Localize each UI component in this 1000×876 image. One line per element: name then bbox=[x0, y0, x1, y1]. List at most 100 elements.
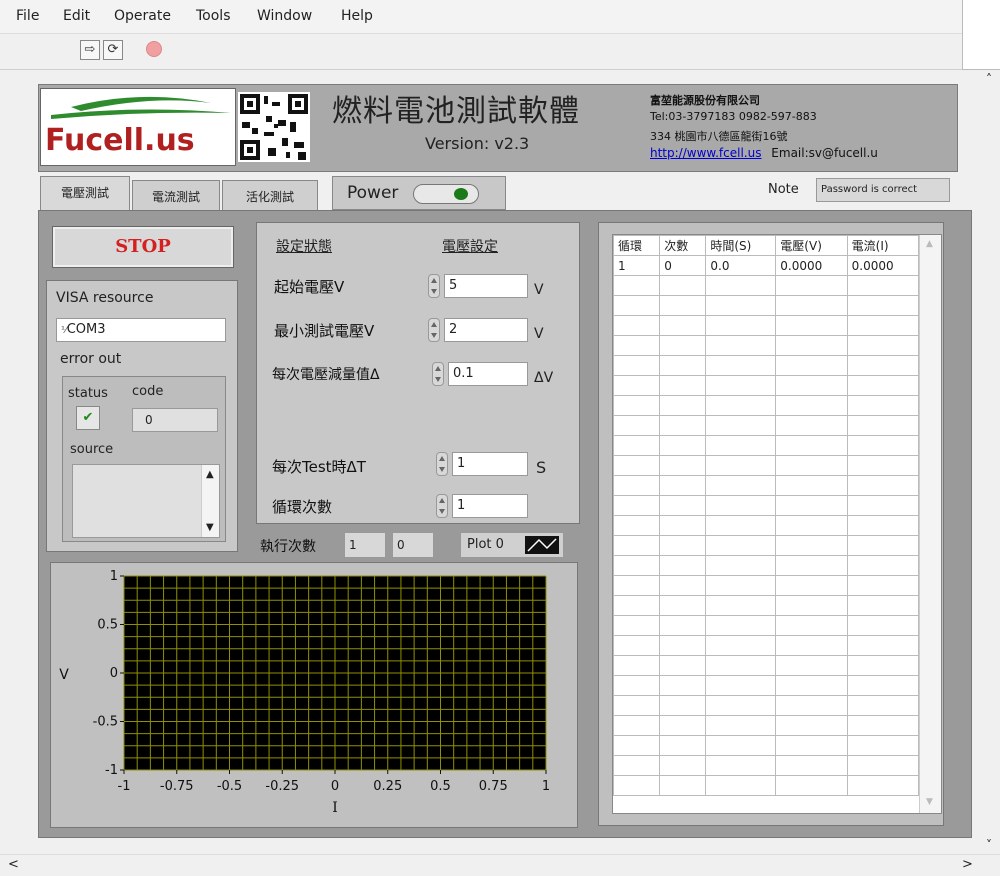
table-cell[interactable] bbox=[846, 675, 920, 696]
table-cell[interactable] bbox=[659, 655, 707, 676]
menu-tools[interactable]: Tools bbox=[196, 8, 231, 24]
table-cell[interactable] bbox=[775, 275, 848, 296]
table-row[interactable] bbox=[613, 535, 920, 556]
table-cell[interactable] bbox=[775, 535, 848, 556]
table-cell[interactable] bbox=[775, 395, 848, 416]
table-cell[interactable] bbox=[705, 755, 777, 776]
table-cell[interactable] bbox=[613, 435, 661, 456]
table-cell[interactable] bbox=[705, 435, 777, 456]
source-textarea[interactable]: ▲ ▼ bbox=[72, 464, 220, 538]
tab-activation-test[interactable]: 活化測試 bbox=[222, 180, 318, 212]
stop-button[interactable]: STOP bbox=[52, 226, 234, 268]
power-toggle-icon[interactable] bbox=[413, 184, 479, 204]
table-cell[interactable] bbox=[659, 715, 707, 736]
table-row[interactable] bbox=[613, 695, 920, 716]
window-scroll-right-icon[interactable]: > bbox=[962, 857, 973, 872]
table-row[interactable] bbox=[613, 335, 920, 356]
table-cell[interactable] bbox=[775, 675, 848, 696]
table-row[interactable] bbox=[613, 355, 920, 376]
table-cell[interactable] bbox=[659, 555, 707, 576]
abort-icon[interactable] bbox=[144, 40, 164, 60]
table-cell[interactable] bbox=[705, 655, 777, 676]
table-cell[interactable] bbox=[846, 415, 920, 436]
table-cell[interactable] bbox=[846, 335, 920, 356]
run-arrow-icon[interactable]: ⇨ bbox=[80, 40, 100, 60]
table-cell[interactable] bbox=[613, 375, 661, 396]
status-check-icon[interactable]: ✔ bbox=[76, 406, 100, 430]
table-cell[interactable] bbox=[846, 775, 920, 796]
table-cell[interactable] bbox=[846, 515, 920, 536]
table-cell[interactable] bbox=[846, 735, 920, 756]
table-row[interactable] bbox=[613, 375, 920, 396]
menu-edit[interactable]: Edit bbox=[63, 8, 90, 24]
table-cell[interactable] bbox=[705, 355, 777, 376]
table-cell[interactable] bbox=[613, 395, 661, 416]
data-table-container[interactable]: 循環 次數 時間(S) 電壓(V) 電流(I) 1 0 0.0 0.0000 0.0000 ▲ … bbox=[612, 234, 942, 814]
table-cell[interactable] bbox=[659, 395, 707, 416]
table-cell[interactable] bbox=[775, 415, 848, 436]
table-cell[interactable] bbox=[613, 475, 661, 496]
table-cell[interactable] bbox=[613, 315, 661, 336]
table-cell[interactable] bbox=[613, 575, 661, 596]
table-cell[interactable] bbox=[705, 495, 777, 516]
test-interval-spinner-icon[interactable] bbox=[436, 452, 448, 476]
table-cell[interactable] bbox=[613, 355, 661, 376]
table-cell[interactable] bbox=[659, 315, 707, 336]
table-cell[interactable] bbox=[705, 295, 777, 316]
table-row[interactable] bbox=[613, 295, 920, 316]
table-cell[interactable] bbox=[705, 375, 777, 396]
table-cell[interactable] bbox=[705, 335, 777, 356]
table-row[interactable] bbox=[613, 315, 920, 336]
table-cell[interactable] bbox=[659, 495, 707, 516]
table-cell[interactable] bbox=[613, 275, 661, 296]
table-row[interactable] bbox=[613, 635, 920, 656]
table-cell[interactable] bbox=[705, 675, 777, 696]
table-cell[interactable] bbox=[613, 595, 661, 616]
table-cell[interactable] bbox=[613, 695, 661, 716]
table-row[interactable] bbox=[613, 575, 920, 596]
source-scrollbar[interactable]: ▲ ▼ bbox=[201, 465, 219, 537]
table-row[interactable] bbox=[613, 275, 920, 296]
voltage-decrement-spinner-icon[interactable] bbox=[432, 362, 444, 386]
menu-help[interactable]: Help bbox=[341, 8, 373, 24]
table-cell[interactable] bbox=[846, 695, 920, 716]
table-cell[interactable] bbox=[705, 595, 777, 616]
table-cell[interactable] bbox=[659, 335, 707, 356]
table-row[interactable] bbox=[613, 555, 920, 576]
table-cell[interactable] bbox=[705, 395, 777, 416]
cycle-count-spinner-icon[interactable] bbox=[436, 494, 448, 518]
min-voltage-spinner-icon[interactable] bbox=[428, 318, 440, 342]
table-cell[interactable] bbox=[705, 615, 777, 636]
table-row[interactable] bbox=[613, 775, 920, 796]
table-cell[interactable] bbox=[846, 595, 920, 616]
table-row[interactable] bbox=[613, 755, 920, 776]
table-row[interactable] bbox=[613, 715, 920, 736]
table-cell[interactable] bbox=[705, 635, 777, 656]
table-cell[interactable] bbox=[705, 775, 777, 796]
table-cell[interactable] bbox=[775, 755, 848, 776]
table-row[interactable] bbox=[613, 435, 920, 456]
table-scroll-up-icon[interactable]: ▲ bbox=[926, 239, 933, 249]
table-cell[interactable]: 0 bbox=[659, 255, 707, 276]
table-cell[interactable] bbox=[613, 775, 661, 796]
table-cell[interactable] bbox=[846, 655, 920, 676]
table-cell[interactable] bbox=[705, 475, 777, 496]
table-cell[interactable] bbox=[846, 315, 920, 336]
menu-operate[interactable]: Operate bbox=[114, 8, 171, 24]
table-scroll-down-icon[interactable]: ▼ bbox=[926, 797, 933, 807]
test-interval-input[interactable]: 1 bbox=[452, 452, 528, 476]
table-cell[interactable] bbox=[659, 515, 707, 536]
table-cell[interactable] bbox=[613, 555, 661, 576]
table-cell[interactable]: 0.0000 bbox=[775, 255, 848, 276]
scroll-up-icon[interactable]: ▲ bbox=[206, 469, 214, 480]
table-row[interactable] bbox=[613, 615, 920, 636]
table-cell[interactable] bbox=[613, 415, 661, 436]
tab-current-test[interactable]: 電流測試 bbox=[132, 180, 220, 212]
table-row[interactable] bbox=[613, 735, 920, 756]
run-continuous-icon[interactable]: ⟳ bbox=[103, 40, 123, 60]
window-scroll-up-icon[interactable]: ˄ bbox=[986, 72, 992, 86]
table-cell[interactable] bbox=[659, 595, 707, 616]
table-row[interactable] bbox=[613, 675, 920, 696]
table-cell[interactable] bbox=[846, 535, 920, 556]
table-cell[interactable] bbox=[659, 775, 707, 796]
